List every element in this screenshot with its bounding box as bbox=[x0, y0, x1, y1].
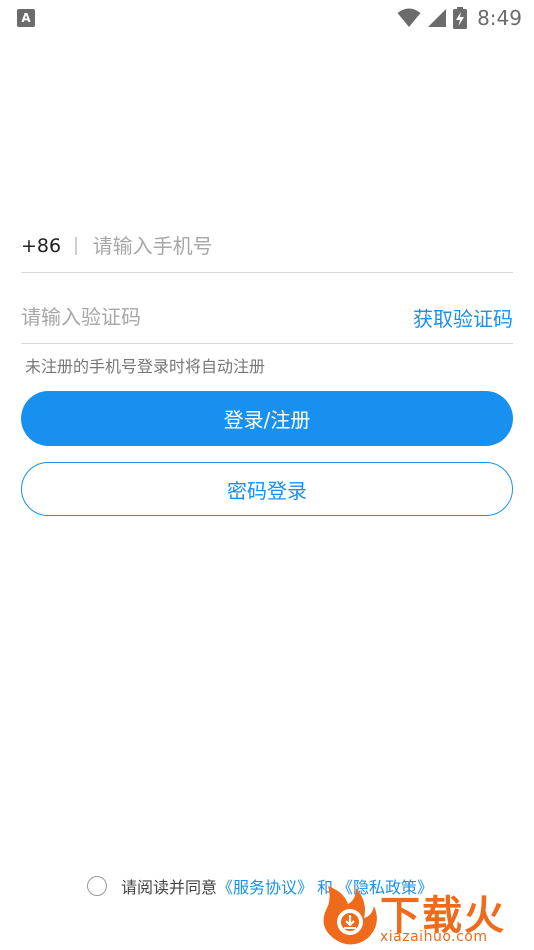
service-agreement-link[interactable]: 《服务协议》 bbox=[217, 874, 313, 898]
auto-register-hint: 未注册的手机号登录时将自动注册 bbox=[25, 357, 266, 376]
login-register-button[interactable]: 登录/注册 bbox=[21, 391, 513, 446]
status-bar: A 8:49 bbox=[0, 0, 534, 36]
country-code[interactable]: +86 bbox=[21, 235, 61, 257]
app-notification-icon: A bbox=[17, 9, 35, 27]
verification-code-input[interactable] bbox=[21, 305, 413, 329]
password-login-button[interactable]: 密码登录 bbox=[21, 462, 513, 516]
status-time: 8:49 bbox=[477, 6, 522, 30]
watermark-domain: xiazaihuo.com bbox=[380, 929, 488, 945]
battery-charging-icon bbox=[453, 7, 468, 29]
watermark: 下载火 xiazaihuo.com bbox=[318, 880, 534, 950]
phone-input[interactable] bbox=[92, 234, 513, 258]
status-icons: 8:49 bbox=[397, 5, 522, 31]
verification-code-row: 获取验证码 bbox=[21, 291, 513, 344]
get-verification-code-button[interactable]: 获取验证码 bbox=[413, 303, 513, 332]
agreement-checkbox[interactable] bbox=[87, 876, 107, 896]
phone-input-row: +86 bbox=[21, 220, 513, 273]
cellular-signal-icon bbox=[428, 9, 447, 27]
wifi-icon bbox=[397, 8, 421, 27]
flame-logo-icon bbox=[323, 886, 377, 945]
country-code-divider bbox=[75, 237, 77, 255]
agreement-prefix: 请阅读并同意 bbox=[121, 878, 218, 897]
